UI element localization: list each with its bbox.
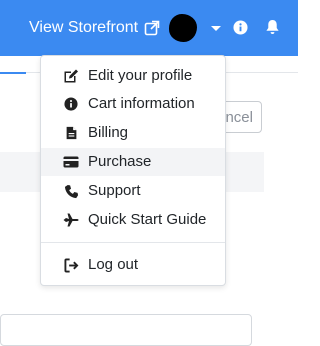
menu-item-label: Purchase — [88, 153, 152, 170]
menu-item-billing[interactable]: Billing — [41, 119, 225, 147]
info-circle-icon — [63, 96, 79, 112]
menu-item-label: Support — [88, 182, 141, 199]
menu-item-cart-information[interactable]: Cart information — [41, 90, 225, 118]
menu-item-label: Log out — [88, 256, 139, 273]
menu-item-label: Quick Start Guide — [88, 211, 207, 228]
avatar[interactable] — [169, 14, 197, 42]
plane-icon — [63, 212, 79, 228]
view-storefront-label: View Storefront — [29, 19, 139, 36]
top-navbar: View Storefront — [0, 0, 298, 56]
phone-icon — [63, 183, 79, 199]
sign-out-icon — [63, 257, 79, 273]
text-input[interactable] — [0, 314, 252, 346]
menu-item-support[interactable]: Support — [41, 177, 225, 205]
bell-icon[interactable] — [265, 19, 280, 35]
menu-item-log-out[interactable]: Log out — [41, 251, 225, 279]
edit-icon — [63, 68, 79, 84]
chevron-down-icon[interactable] — [211, 26, 221, 31]
menu-item-edit-profile[interactable]: Edit your profile — [41, 62, 225, 90]
menu-divider — [41, 242, 225, 243]
user-dropdown-menu: Edit your profile Cart information Billi… — [40, 55, 226, 286]
menu-item-label: Billing — [88, 124, 129, 141]
file-invoice-icon — [63, 125, 79, 141]
view-storefront-link[interactable]: View Storefront — [29, 16, 160, 40]
panel-accent — [0, 72, 26, 74]
menu-item-label: Cart information — [88, 95, 195, 112]
menu-item-purchase[interactable]: Purchase — [41, 148, 225, 176]
info-circle-icon[interactable] — [233, 20, 248, 35]
menu-item-quick-start-guide[interactable]: Quick Start Guide — [41, 206, 225, 234]
credit-card-icon — [63, 154, 79, 170]
external-link-icon — [144, 20, 160, 36]
menu-item-label: Edit your profile — [88, 67, 193, 84]
